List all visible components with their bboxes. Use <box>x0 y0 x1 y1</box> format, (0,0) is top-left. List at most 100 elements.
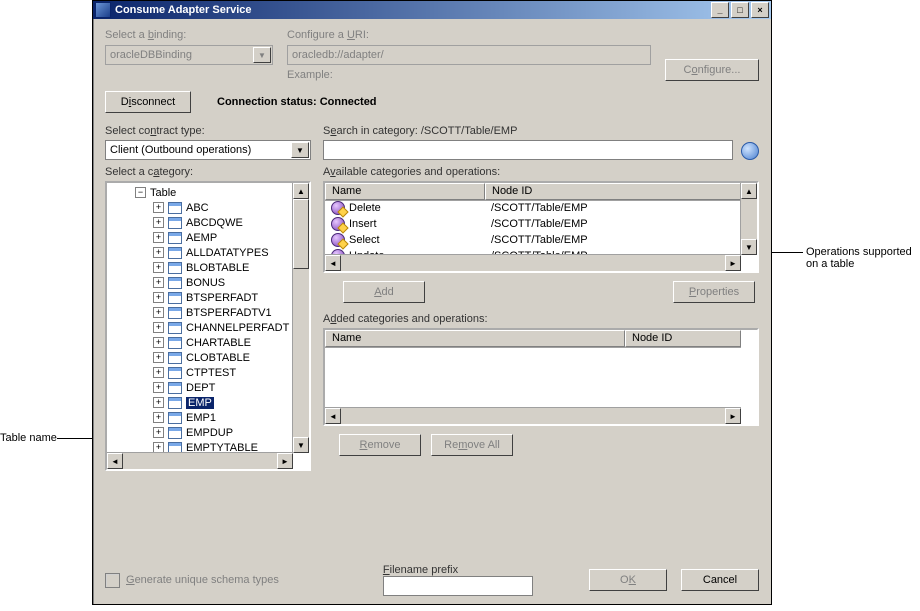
configure-button: Configure... <box>665 59 759 81</box>
added-col-nodeid[interactable]: Node ID <box>625 330 741 347</box>
tree-item[interactable]: + BTSPERFADT <box>113 290 293 305</box>
table-icon <box>168 427 182 439</box>
category-tree[interactable]: −Table+ABC+ABCDQWE+AEMP+ALLDATATYPES+BLO… <box>105 181 311 471</box>
scroll-up-icon[interactable]: ▲ <box>293 183 309 199</box>
tree-item[interactable]: +BTSPERFADTV1 <box>113 305 293 320</box>
vertical-scrollbar[interactable]: ▲ ▼ <box>292 183 309 453</box>
tree-item[interactable]: +CLOBTABLE <box>113 350 293 365</box>
tree-item[interactable]: +EMPDUP <box>113 425 293 440</box>
table-icon <box>168 367 182 379</box>
category-label: Select a category: <box>105 166 311 178</box>
collapse-icon[interactable]: − <box>135 187 146 198</box>
cancel-button[interactable]: Cancel <box>681 569 759 591</box>
scroll-up-icon[interactable]: ▲ <box>741 183 757 199</box>
table-icon <box>168 247 182 259</box>
disconnect-button[interactable]: Disconnect <box>105 91 191 113</box>
expand-icon[interactable]: + <box>153 277 164 288</box>
search-input[interactable] <box>323 140 733 160</box>
add-button: Add <box>343 281 425 303</box>
expand-icon[interactable]: + <box>153 427 164 438</box>
tree-item[interactable]: +DEPT <box>113 380 293 395</box>
scroll-right-icon[interactable]: ► <box>725 408 741 424</box>
remove-all-button: Remove All <box>431 434 513 456</box>
op-name: Insert <box>349 218 377 230</box>
tree-item-label: BTSPERFADT <box>186 292 258 304</box>
available-header: Name Node ID <box>325 183 741 201</box>
table-icon <box>168 202 182 214</box>
tree-item[interactable]: + CHARTABLE <box>113 335 293 350</box>
tree-root-label[interactable]: Table <box>150 187 176 199</box>
list-row[interactable]: Select/SCOTT/Table/EMP <box>325 232 741 248</box>
titlebar: Consume Adapter Service _ □ × <box>93 1 771 19</box>
scroll-down-icon[interactable]: ▼ <box>741 239 757 255</box>
expand-icon[interactable]: + <box>153 397 164 408</box>
tree-item-label: CTPTEST <box>186 367 236 379</box>
chevron-down-icon: ▼ <box>253 47 271 63</box>
tree-item[interactable]: + CHANNELPERFADT <box>113 320 293 335</box>
tree-item[interactable]: +BLOBTABLE <box>113 260 293 275</box>
expand-icon[interactable]: + <box>153 367 164 378</box>
horizontal-scrollbar[interactable]: ◄ ► <box>325 254 741 271</box>
scroll-thumb[interactable] <box>293 199 309 269</box>
scroll-down-icon[interactable]: ▼ <box>293 437 309 453</box>
tree-item[interactable]: + EMP <box>113 395 293 410</box>
tree-item[interactable]: + ALLDATATYPES <box>113 245 293 260</box>
available-listview[interactable]: Name Node ID Delete/SCOTT/Table/EMPInser… <box>323 181 759 273</box>
expand-icon[interactable]: + <box>153 262 164 273</box>
expand-icon[interactable]: + <box>153 202 164 213</box>
filename-prefix-label: Filename prefix <box>383 564 533 576</box>
tree-item[interactable]: +ABC <box>113 200 293 215</box>
minimize-button[interactable]: _ <box>711 2 729 18</box>
added-listview[interactable]: Name Node ID ◄ ► <box>323 328 759 426</box>
annotation-table-name: Table name <box>0 432 57 444</box>
expand-icon[interactable]: + <box>153 292 164 303</box>
tree-item-label: CHARTABLE <box>186 337 251 349</box>
binding-combo: oracleDBBinding ▼ <box>105 45 273 65</box>
expand-icon[interactable]: + <box>153 337 164 348</box>
list-row[interactable]: Delete/SCOTT/Table/EMP <box>325 200 741 216</box>
op-nodeid: /SCOTT/Table/EMP <box>485 202 741 214</box>
scroll-left-icon[interactable]: ◄ <box>325 255 341 271</box>
added-col-name[interactable]: Name <box>325 330 625 347</box>
scroll-left-icon[interactable]: ◄ <box>325 408 341 424</box>
expand-icon[interactable]: + <box>153 307 164 318</box>
tree-item[interactable]: +BONUS <box>113 275 293 290</box>
expand-icon[interactable]: + <box>153 322 164 333</box>
maximize-button[interactable]: □ <box>731 2 749 18</box>
expand-icon[interactable]: + <box>153 232 164 243</box>
horizontal-scrollbar[interactable]: ◄ ► <box>107 452 293 469</box>
expand-icon[interactable]: + <box>153 352 164 363</box>
tree-item[interactable]: + CTPTEST <box>113 365 293 380</box>
chevron-down-icon[interactable]: ▼ <box>291 142 309 158</box>
tree-item[interactable]: +ABCDQWE <box>113 215 293 230</box>
binding-value: oracleDBBinding <box>110 49 192 61</box>
tree-item-label: ALLDATATYPES <box>186 247 269 259</box>
op-name: Delete <box>349 202 381 214</box>
horizontal-scrollbar[interactable]: ◄ ► <box>325 407 741 424</box>
available-col-name[interactable]: Name <box>325 183 485 200</box>
table-icon <box>168 322 182 334</box>
contract-combo[interactable]: Client (Outbound operations) ▼ <box>105 140 311 160</box>
expand-icon[interactable]: + <box>153 247 164 258</box>
search-icon[interactable] <box>741 142 759 160</box>
list-row[interactable]: Insert/SCOTT/Table/EMP <box>325 216 741 232</box>
generate-schema-checkbox <box>105 573 120 588</box>
tree-item[interactable]: +AEMP <box>113 230 293 245</box>
tree-item-label: CHANNELPERFADT <box>186 322 289 334</box>
scroll-right-icon[interactable]: ► <box>277 453 293 469</box>
tree-item-label: EMP <box>186 397 214 409</box>
available-col-nodeid[interactable]: Node ID <box>485 183 741 200</box>
binding-label: Select a binding: <box>105 29 273 41</box>
expand-icon[interactable]: + <box>153 412 164 423</box>
expand-icon[interactable]: + <box>153 382 164 393</box>
scroll-left-icon[interactable]: ◄ <box>107 453 123 469</box>
vertical-scrollbar[interactable]: ▲ ▼ <box>740 183 757 255</box>
table-icon <box>168 262 182 274</box>
filename-prefix-field[interactable] <box>383 576 533 596</box>
close-button[interactable]: × <box>751 2 769 18</box>
scroll-right-icon[interactable]: ► <box>725 255 741 271</box>
operation-icon <box>331 233 345 247</box>
tree-item[interactable]: +EMP1 <box>113 410 293 425</box>
window-title: Consume Adapter Service <box>115 4 709 16</box>
expand-icon[interactable]: + <box>153 217 164 228</box>
